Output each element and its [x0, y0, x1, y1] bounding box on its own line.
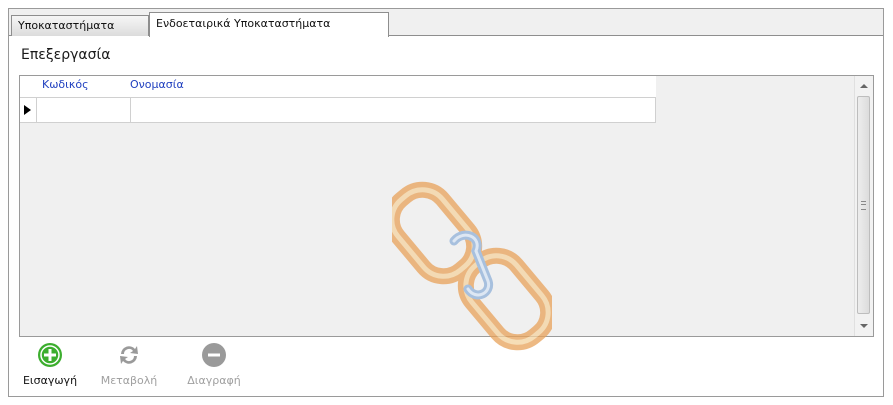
delete-button-label: Διαγραφή: [187, 374, 241, 387]
cell-code[interactable]: [37, 98, 131, 122]
insert-button[interactable]: Εισαγωγή: [19, 342, 81, 392]
cell-name[interactable]: [131, 98, 656, 122]
refresh-icon: [120, 346, 138, 364]
table-row[interactable]: [20, 98, 656, 123]
tab-branches-label: Υποκαταστήματα: [18, 19, 115, 32]
row-indicator-icon: [20, 98, 37, 122]
delete-button[interactable]: Διαγραφή: [177, 342, 251, 392]
scroll-up-icon[interactable]: [860, 84, 868, 88]
tab-strip: Υποκαταστήματα Ενδοεταιρικά Υποκαταστήμα…: [9, 9, 883, 37]
column-header-code[interactable]: Κωδικός: [42, 78, 89, 91]
tab-intercompany-branches-label: Ενδοεταιρικά Υποκαταστήματα: [156, 17, 331, 30]
minus-circle-icon: [202, 343, 226, 367]
grid-header: Κωδικός Ονομασία: [20, 76, 656, 98]
plus-circle-icon: [38, 343, 62, 367]
grip-icon: [861, 201, 866, 210]
insert-button-label: Εισαγωγή: [22, 374, 78, 387]
tab-branches[interactable]: Υποκαταστήματα: [11, 15, 149, 36]
action-toolbar: Εισαγωγή Μεταβολή Διαγραφή: [19, 342, 319, 394]
tab-intercompany-branches[interactable]: Ενδοεταιρικά Υποκαταστήματα: [149, 12, 389, 37]
data-grid[interactable]: Κωδικός Ονομασία: [19, 75, 874, 351]
modify-button[interactable]: Μεταβολή: [99, 342, 159, 392]
chain-link-watermark-icon: [392, 181, 552, 351]
section-title: Επεξεργασία: [21, 47, 111, 63]
scroll-thumb[interactable]: [857, 96, 870, 314]
vertical-scrollbar[interactable]: [854, 76, 873, 336]
window: Υποκαταστήματα Ενδοεταιρικά Υποκαταστήμα…: [8, 8, 884, 397]
modify-button-label: Μεταβολή: [100, 374, 158, 387]
column-header-name[interactable]: Ονομασία: [130, 78, 184, 91]
scroll-down-icon[interactable]: [860, 324, 868, 328]
